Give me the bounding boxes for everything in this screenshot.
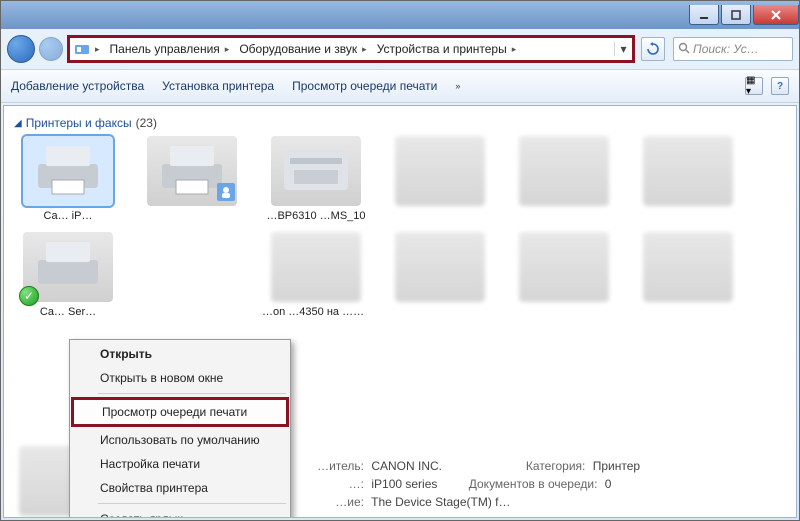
ctx-print-settings[interactable]: Настройка печати: [72, 452, 288, 476]
ctx-create-shortcut[interactable]: Создать ярлык: [72, 507, 288, 518]
help-button[interactable]: ?: [771, 77, 789, 95]
view-queue-button[interactable]: Просмотр очереди печати: [292, 79, 437, 93]
printer-icon: [271, 232, 361, 302]
printer-label: Ca… Ser…: [14, 306, 122, 318]
context-menu: Открыть Открыть в новом окне Просмотр оч…: [69, 339, 291, 518]
breadcrumb-label: Панель управления: [110, 42, 220, 56]
group-header[interactable]: ◢ Принтеры и факсы (23): [14, 116, 786, 130]
printer-item[interactable]: …on …4350 на …_08: [262, 232, 370, 318]
group-count: (23): [136, 116, 157, 130]
detail-value: 0: [605, 477, 612, 491]
search-input[interactable]: Поиск: Ус…: [673, 37, 793, 61]
breadcrumb-label: Оборудование и звук: [239, 42, 357, 56]
search-placeholder: Поиск: Ус…: [693, 42, 759, 56]
detail-key: Документов в очереди:: [457, 475, 597, 493]
detail-value: Принтер: [593, 459, 640, 473]
address-bar[interactable]: ▸ Панель управления ▸ Оборудование и зву…: [67, 35, 635, 63]
printer-icon: [519, 136, 609, 206]
printers-grid: Ca… iP… …BP6310 …MS_10: [14, 136, 786, 318]
printer-label: …BP6310 …MS_10: [262, 210, 370, 222]
chevron-right-icon[interactable]: ▸: [510, 44, 519, 55]
printer-item[interactable]: …BP6310 …MS_10: [262, 136, 370, 222]
forward-button[interactable]: [39, 37, 63, 61]
printer-icon: [643, 232, 733, 302]
detail-value: The Device Stage(TM) f…: [371, 495, 510, 509]
printer-icon: [519, 232, 609, 302]
content-area: ◢ Принтеры и факсы (23) Ca… iP…: [3, 105, 797, 518]
breadcrumb-item[interactable]: Панель управления ▸: [106, 42, 236, 56]
ctx-open[interactable]: Открыть: [72, 342, 288, 366]
default-check-icon: ✓: [19, 286, 39, 306]
back-button[interactable]: [7, 35, 35, 63]
chevron-right-icon[interactable]: ▸: [360, 44, 369, 55]
address-dropdown[interactable]: ▾: [614, 42, 632, 56]
separator: [98, 393, 286, 394]
install-printer-button[interactable]: Установка принтера: [162, 79, 274, 93]
explorer-window: ▸ Панель управления ▸ Оборудование и зву…: [0, 0, 800, 521]
view-mode-button[interactable]: ▦ ▾: [745, 77, 763, 95]
printer-icon: [395, 232, 485, 302]
detail-value: CANON INC.: [371, 459, 442, 473]
printer-item[interactable]: [386, 136, 494, 222]
printer-label: Ca… iP…: [14, 210, 122, 222]
printer-icon: [395, 136, 485, 206]
printer-item[interactable]: [386, 232, 494, 318]
minimize-button[interactable]: [689, 5, 719, 25]
chevron-right-icon[interactable]: ▸: [223, 44, 232, 55]
collapse-icon: ◢: [14, 118, 22, 129]
maximize-button[interactable]: [721, 5, 751, 25]
ctx-printer-properties[interactable]: Свойства принтера: [72, 476, 288, 500]
toolbar-overflow[interactable]: »: [455, 81, 460, 91]
printer-item[interactable]: [138, 136, 246, 222]
nav-row: ▸ Панель управления ▸ Оборудование и зву…: [1, 29, 799, 69]
details-pane: …итель: CANON INC. Категория: Принтер …:…: [264, 457, 640, 511]
printer-icon: ✓: [23, 232, 113, 302]
breadcrumb-label: Устройства и принтеры: [377, 42, 507, 56]
group-title: Принтеры и факсы: [26, 116, 132, 130]
printer-icon: [643, 136, 733, 206]
printer-icon: [23, 136, 113, 206]
detail-key: Категория:: [485, 457, 585, 475]
refresh-button[interactable]: [641, 37, 665, 61]
breadcrumb-item[interactable]: Оборудование и звук ▸: [235, 42, 372, 56]
printer-item[interactable]: ✓ Ca… Ser…: [14, 232, 122, 318]
printer-item[interactable]: [634, 136, 742, 222]
printer-item[interactable]: [634, 232, 742, 318]
breadcrumb-item[interactable]: Устройства и принтеры ▸: [373, 42, 523, 56]
overlay-badge-icon: [217, 183, 235, 201]
separator: [98, 503, 286, 504]
printer-item[interactable]: [510, 136, 618, 222]
printer-label: …on …4350 на …_08: [262, 306, 370, 318]
titlebar: [1, 1, 799, 29]
printer-item[interactable]: [510, 232, 618, 318]
search-icon: [678, 42, 690, 57]
add-device-button[interactable]: Добавление устройства: [11, 79, 144, 93]
toolbar: Добавление устройства Установка принтера…: [1, 69, 799, 103]
devices-icon: [74, 41, 90, 57]
close-button[interactable]: [753, 5, 799, 25]
ctx-open-new-window[interactable]: Открыть в новом окне: [72, 366, 288, 390]
detail-value: iP100 series: [371, 477, 437, 491]
printer-item[interactable]: Ca… iP…: [14, 136, 122, 222]
printer-icon: [147, 136, 237, 206]
ctx-view-print-queue[interactable]: Просмотр очереди печати: [71, 397, 289, 427]
ctx-set-default[interactable]: Использовать по умолчанию: [72, 428, 288, 452]
chevron-right-icon[interactable]: ▸: [93, 44, 102, 55]
printer-icon: [271, 136, 361, 206]
